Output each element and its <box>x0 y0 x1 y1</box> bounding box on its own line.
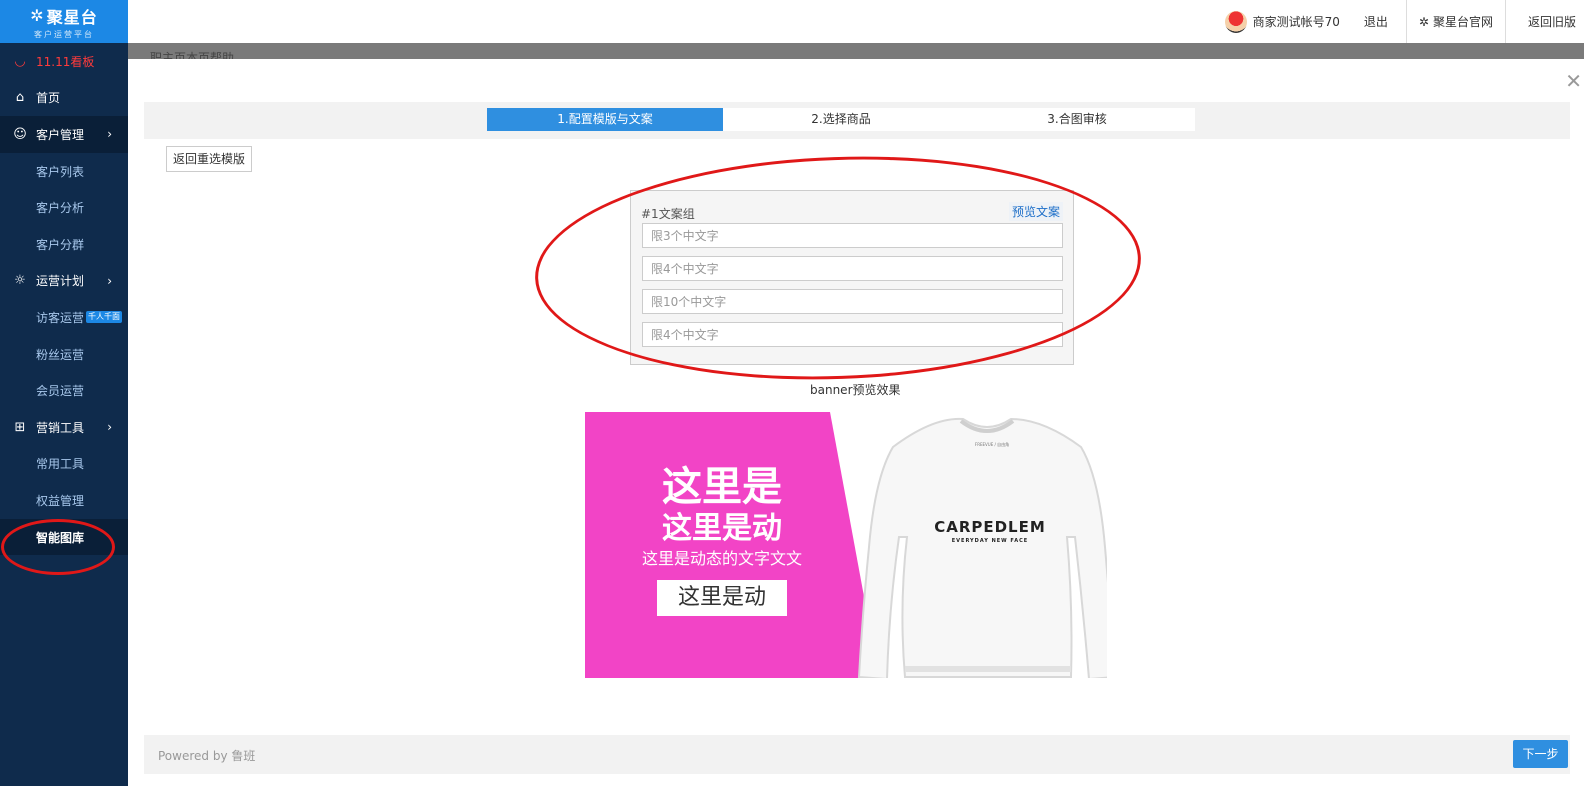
top-header: 商家测试帐号70 退出 ✲ 聚星台官网 返回旧版 <box>128 0 1584 44</box>
sidebar-item-label: 11.11看板 <box>36 54 95 69</box>
sweater-tag: FREEVUE / 自由角 <box>974 442 1010 447</box>
sidebar-item-label: 会员运营 <box>36 384 85 399</box>
old-version-link[interactable]: 返回旧版 <box>1504 0 1584 43</box>
logo-title: 聚星台 <box>46 7 98 27</box>
sidebar-item-label: 首页 <box>36 91 61 106</box>
sidebar-item-1111-dashboard[interactable]: ◡ 11.11看板 <box>0 43 128 80</box>
sidebar-item-benefits[interactable]: 权益管理 <box>0 482 128 519</box>
sidebar-item-label: 客户分析 <box>36 201 85 216</box>
copy-input-2[interactable] <box>642 256 1063 281</box>
chevron-right-icon: › <box>107 420 112 435</box>
sidebar-item-home[interactable]: ⌂ 首页 <box>0 80 128 117</box>
sweater-brand-slogan: EVERYDAY NEW FACE <box>951 538 1029 544</box>
reselect-template-button[interactable]: 返回重选模版 <box>166 146 253 172</box>
powered-by: Powered by 鲁班 <box>158 749 256 763</box>
sidebar-item-label: 客户分群 <box>36 237 85 252</box>
logout-link[interactable]: 退出 <box>1352 0 1406 43</box>
modal-backdrop: 职主页本页帮助 <box>128 43 1584 59</box>
sidebar-item-marketing-tools[interactable]: ⊞ 营销工具 › <box>0 409 128 446</box>
sweater-image <box>857 417 1107 678</box>
official-site-link[interactable]: ✲ 聚星台官网 <box>1405 0 1505 43</box>
backdrop-text: 职主页本页帮助 <box>150 51 235 59</box>
sidebar-item-label: 运营计划 <box>36 274 85 289</box>
banner-subheadline: 这里是动 <box>662 511 782 546</box>
sidebar-item-common-tools[interactable]: 常用工具 <box>0 446 128 483</box>
sidebar: ✲ 聚星台 客户运营平台 ◡ 11.11看板 ⌂ 首页 ☺ 客户管理 › 客户列… <box>0 0 128 786</box>
official-site-label: 聚星台官网 <box>1432 15 1493 29</box>
sidebar-item-label: 客户列表 <box>36 164 85 179</box>
avatar <box>1224 10 1247 33</box>
banner-pink-panel: 这里是 这里是动 这里是动态的文字文文 这里是动 <box>585 412 879 678</box>
sidebar-item-member-ops[interactable]: 会员运营 <box>0 372 128 409</box>
sidebar-item-operation-plan[interactable]: ☼ 运营计划 › <box>0 263 128 300</box>
next-step-button[interactable]: 下一步 <box>1513 740 1568 768</box>
sidebar-item-customer-analysis[interactable]: 客户分析 <box>0 189 128 226</box>
sidebar-item-label: 营销工具 <box>36 420 85 435</box>
logo-subtitle: 客户运营平台 <box>34 29 94 39</box>
account-menu[interactable]: 商家测试帐号70 <box>1213 0 1352 43</box>
wizard-steps: 1.配置模版与文案 2.选择商品 3.合图审核 <box>487 108 1195 131</box>
template-wizard-modal: ✕ 1.配置模版与文案 2.选择商品 3.合图审核 返回重选模版 #1文案组 预… <box>128 59 1584 786</box>
lightbulb-icon: ☼ <box>14 273 26 289</box>
banner-headline: 这里是 <box>662 464 782 510</box>
gift-icon: ⊞ <box>14 419 26 435</box>
wizard-steps-bar: 1.配置模版与文案 2.选择商品 3.合图审核 <box>144 102 1570 139</box>
close-icon[interactable]: ✕ <box>1565 71 1582 91</box>
preview-copy-link[interactable]: 预览文案 <box>1008 202 1063 221</box>
banner-preview-caption: banner预览效果 <box>810 383 901 397</box>
sidebar-item-label: 智能图库 <box>36 530 85 545</box>
sidebar-item-customer-list[interactable]: 客户列表 <box>0 153 128 190</box>
dashboard-icon: ◡ <box>14 53 26 69</box>
copy-input-1[interactable] <box>642 223 1063 248</box>
sidebar-item-label: 客户管理 <box>36 127 85 142</box>
sidebar-item-label: 权益管理 <box>36 493 85 508</box>
logo[interactable]: ✲ 聚星台 客户运营平台 <box>0 0 128 43</box>
account-name: 商家测试帐号70 <box>1252 15 1340 29</box>
copy-group-panel: #1文案组 预览文案 <box>630 190 1074 365</box>
step-select-product[interactable]: 2.选择商品 <box>723 108 959 131</box>
sidebar-item-smart-gallery[interactable]: 智能图库 <box>0 518 128 556</box>
copy-input-3[interactable] <box>642 289 1063 314</box>
sidebar-item-customer-management[interactable]: ☺ 客户管理 › <box>0 116 128 153</box>
sidebar-item-customer-segment[interactable]: 客户分群 <box>0 226 128 263</box>
banner-description: 这里是动态的文字文文 <box>641 549 802 568</box>
sidebar-item-label: 粉丝运营 <box>36 347 85 362</box>
chevron-right-icon: › <box>107 273 112 288</box>
step-compose-review[interactable]: 3.合图审核 <box>959 108 1195 131</box>
sweater-brand: CARPEDLEM <box>934 518 1046 536</box>
copy-input-4[interactable] <box>642 322 1063 347</box>
modal-footer: Powered by 鲁班 下一步 <box>144 735 1570 774</box>
sidebar-item-label: 常用工具 <box>36 457 85 472</box>
logo-icon: ✲ <box>1418 14 1429 29</box>
badge-personalized: 千人千面 <box>86 311 123 324</box>
home-icon: ⌂ <box>15 90 25 106</box>
sidebar-item-fan-ops[interactable]: 粉丝运营 <box>0 336 128 373</box>
step-configure-template[interactable]: 1.配置模版与文案 <box>487 108 723 131</box>
copy-group-label: #1文案组 <box>641 207 695 221</box>
customers-icon: ☺ <box>13 126 27 142</box>
sidebar-item-visitor-ops[interactable]: 访客运营 千人千面 <box>0 299 128 336</box>
sidebar-item-label: 访客运营 <box>36 310 85 325</box>
chevron-right-icon: › <box>107 127 112 142</box>
banner-preview: 这里是 这里是动 这里是动态的文字文文 这里是动 FREEVUE / 自由角 C… <box>585 412 1107 678</box>
logo-icon: ✲ <box>30 5 44 25</box>
banner-cta: 这里是动 <box>657 580 787 616</box>
